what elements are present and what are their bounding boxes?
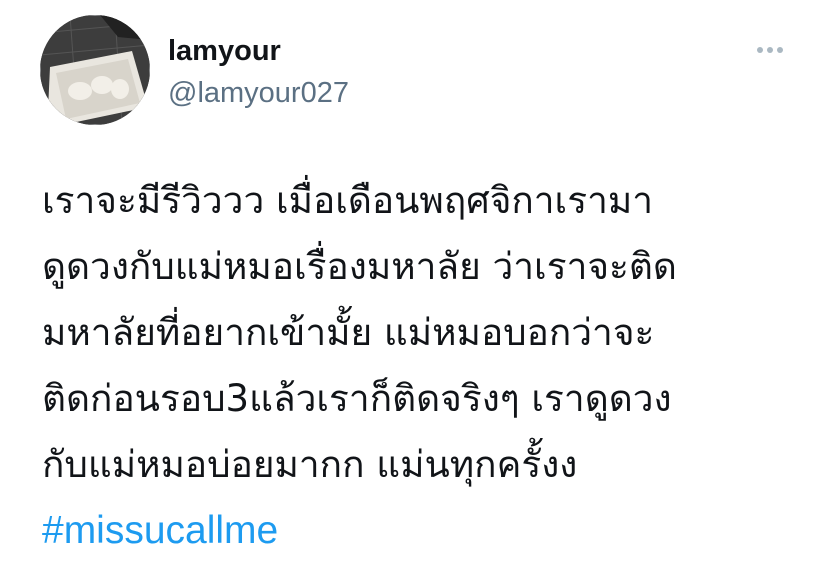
tweet-card: lamyour @lamyour027 เราจะมีรีวิววว เมื่อ…	[0, 0, 828, 577]
more-options-button[interactable]	[752, 38, 788, 62]
author-display-name[interactable]: lamyour	[168, 34, 281, 68]
author-handle[interactable]: @lamyour027	[168, 76, 349, 110]
hashtag-link[interactable]: #missucallme	[42, 498, 802, 564]
more-horizontal-icon	[757, 47, 783, 53]
tweet-text-line: ติดก่อนรอบ3แล้วเราก็ติดจริงๆ เราดูดวง	[42, 377, 672, 420]
tweet-text-line: กับแม่หมอบ่อยมากก แม่นทุกครั้งง	[42, 443, 578, 486]
tweet-text: เราจะมีรีวิววว เมื่อเดือนพฤศจิกาเรามา ดู…	[42, 168, 802, 564]
tweet-text-line: มหาลัยที่อยากเข้ามั้ย แม่หมอบอกว่าจะ	[42, 311, 655, 354]
tweet-text-line: เราจะมีรีวิววว เมื่อเดือนพฤศจิกาเรามา	[42, 179, 654, 222]
avatar[interactable]	[40, 15, 150, 125]
avatar-photo-icon	[40, 15, 150, 125]
tweet-text-line: ดูดวงกับแม่หมอเรื่องมหาลัย ว่าเราจะติด	[42, 245, 677, 288]
